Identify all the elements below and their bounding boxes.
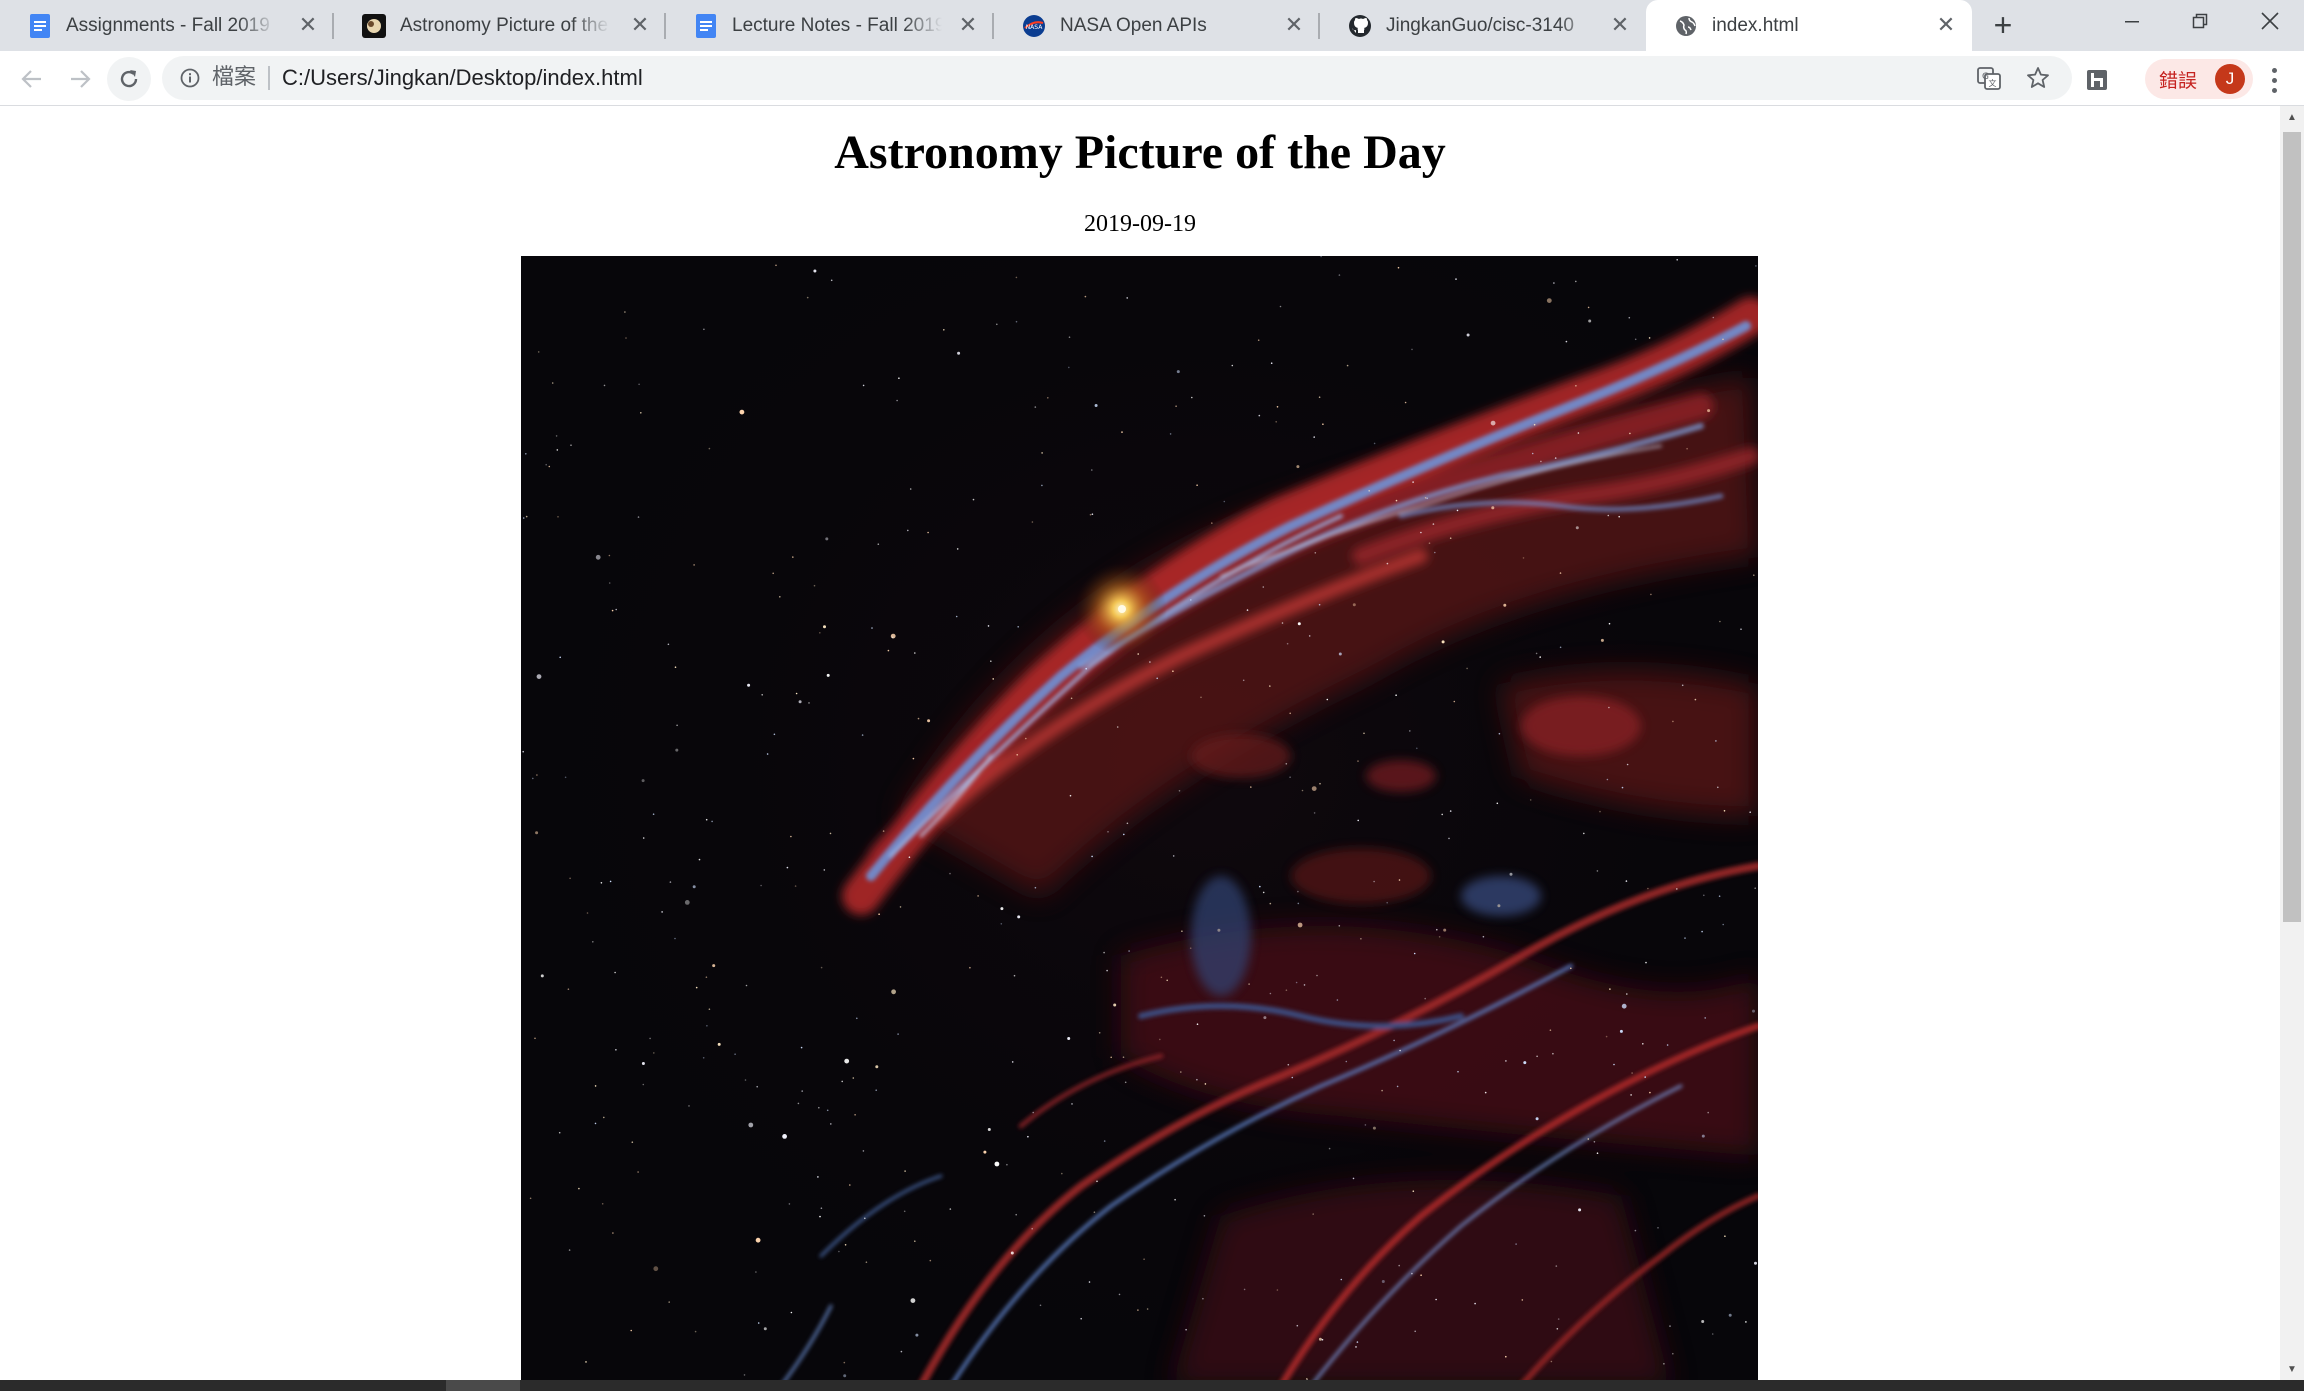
close-icon[interactable]: ✕ xyxy=(1282,13,1306,37)
info-icon[interactable] xyxy=(178,66,202,90)
close-icon[interactable]: ✕ xyxy=(296,13,320,37)
arrow-right-icon xyxy=(71,70,91,88)
tab-title: Astronomy Picture of the Day xyxy=(400,14,610,36)
tab-title: index.html xyxy=(1712,14,1799,36)
window-close-button[interactable] xyxy=(2236,0,2304,42)
translate-icon[interactable]: G文 xyxy=(1977,66,2001,90)
reload-icon xyxy=(120,70,138,88)
tab-strip: Assignments - Fall 2019 CISC 3140 ✕ Astr… xyxy=(0,0,2304,51)
close-icon[interactable]: ✕ xyxy=(628,13,652,37)
svg-text:NASA: NASA xyxy=(1026,24,1044,31)
back-button[interactable] xyxy=(10,57,54,101)
minimize-button[interactable] xyxy=(2098,0,2166,42)
address-bar[interactable]: 檔案 C:/Users/Jingkan/Desktop/index.html G… xyxy=(162,56,2072,100)
arrow-left-icon xyxy=(21,70,41,88)
minimize-icon xyxy=(2125,21,2139,23)
tab-nasa-open-apis[interactable]: NASA NASA Open APIs ✕ xyxy=(994,0,1320,51)
apod-favicon xyxy=(362,13,386,38)
nasa-icon: NASA xyxy=(1022,14,1046,38)
restore-icon xyxy=(2192,13,2208,29)
tab-index-html[interactable]: index.html ✕ xyxy=(1646,0,1972,51)
close-icon xyxy=(2261,12,2279,30)
extension-icon[interactable] xyxy=(2085,68,2109,92)
veil-nebula-image xyxy=(521,256,1758,1380)
scroll-up-icon[interactable]: ▲ xyxy=(2280,106,2304,128)
github-icon xyxy=(1348,14,1372,38)
tab-assignments[interactable]: Assignments - Fall 2019 CISC 3140 ✕ xyxy=(0,0,334,51)
tab-title: Assignments - Fall 2019 CISC 3140 xyxy=(66,14,276,36)
close-icon[interactable]: ✕ xyxy=(1934,13,1958,37)
bookmark-star-icon[interactable] xyxy=(2026,66,2050,90)
security-label: 檔案 xyxy=(212,66,271,90)
vertical-scrollbar[interactable]: ▲ ▼ xyxy=(2280,106,2304,1380)
close-icon[interactable]: ✕ xyxy=(1608,13,1632,37)
profile-error-button[interactable]: 錯誤 J xyxy=(2145,59,2253,99)
page-date: 2019-09-19 xyxy=(1084,211,1196,237)
tab-title: Lecture Notes - Fall 2019 CISC 3140 xyxy=(732,14,942,36)
browser-toolbar: 檔案 C:/Users/Jingkan/Desktop/index.html G… xyxy=(0,51,2304,106)
page-viewport: Astronomy Picture of the Day 2019-09-19 xyxy=(0,106,2280,1380)
forward-button[interactable] xyxy=(58,57,102,101)
google-docs-icon xyxy=(28,13,52,38)
scrollbar-thumb[interactable] xyxy=(2283,132,2301,922)
tab-github[interactable]: JingkanGuo/cisc-3140 ✕ xyxy=(1320,0,1646,51)
google-docs-icon xyxy=(694,13,718,38)
tab-apod[interactable]: Astronomy Picture of the Day ✕ xyxy=(334,0,666,51)
tab-title: JingkanGuo/cisc-3140 xyxy=(1386,14,1574,36)
error-label: 錯誤 xyxy=(2159,69,2198,92)
scroll-down-icon[interactable]: ▼ xyxy=(2280,1358,2304,1380)
tab-lecture-notes[interactable]: Lecture Notes - Fall 2019 CISC 3140 ✕ xyxy=(666,0,994,51)
globe-icon xyxy=(1674,14,1698,38)
close-icon[interactable]: ✕ xyxy=(956,13,980,37)
page-title: Astronomy Picture of the Day xyxy=(834,126,1446,179)
tab-title: NASA Open APIs xyxy=(1060,14,1207,36)
new-tab-button[interactable]: + xyxy=(1986,8,2020,42)
more-menu-icon[interactable] xyxy=(2262,65,2286,95)
taskbar xyxy=(0,1380,2304,1391)
svg-text:文: 文 xyxy=(1989,78,1997,88)
avatar: J xyxy=(2215,64,2245,94)
restore-button[interactable] xyxy=(2166,0,2234,42)
url-text[interactable]: C:/Users/Jingkan/Desktop/index.html xyxy=(282,65,643,91)
apod-image xyxy=(521,256,1758,1380)
reload-button[interactable] xyxy=(107,57,151,101)
taskbar-item[interactable] xyxy=(446,1380,520,1391)
